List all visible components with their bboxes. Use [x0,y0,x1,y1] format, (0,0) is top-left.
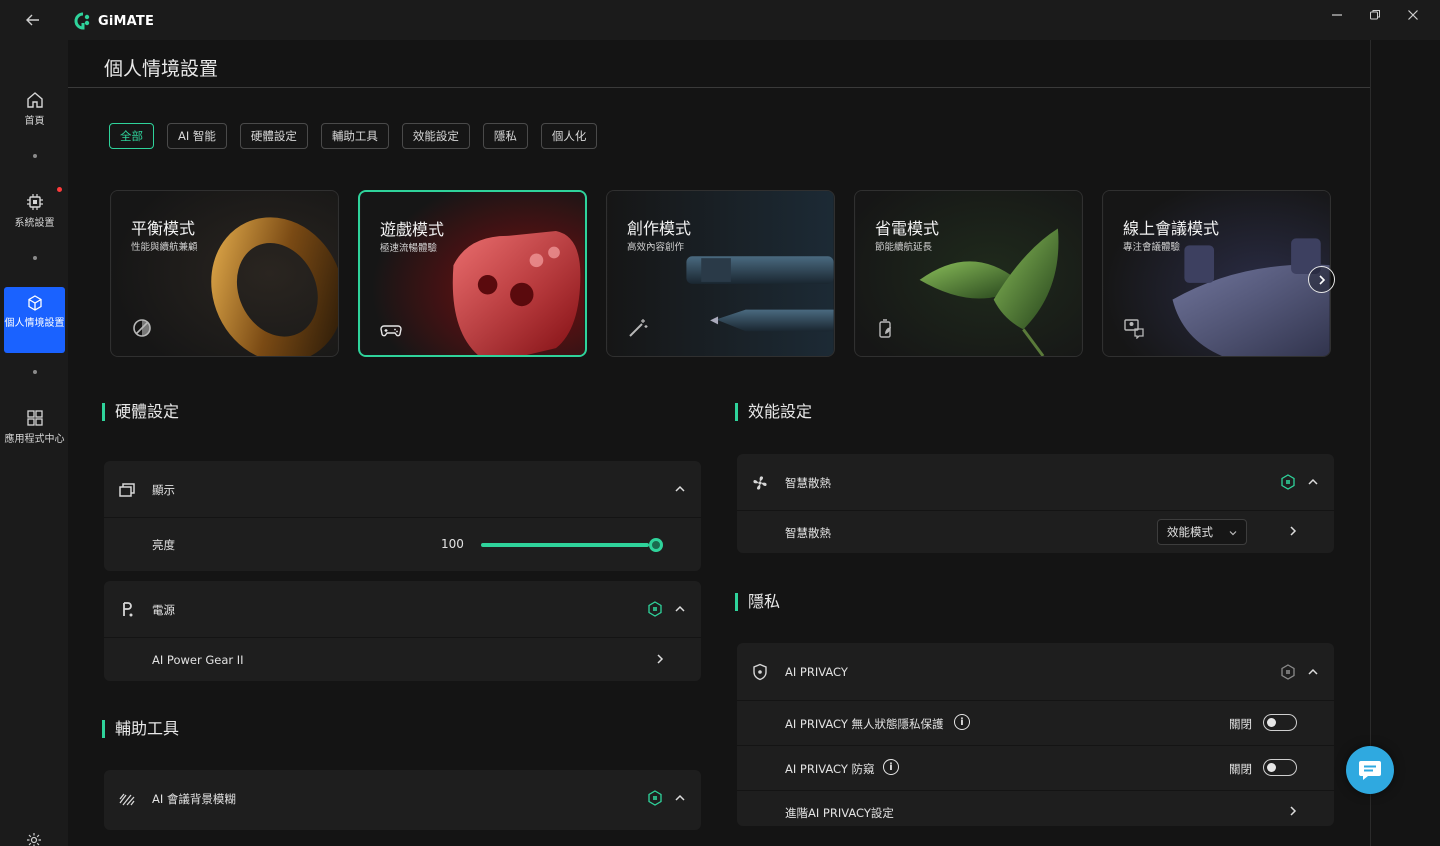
tab-all[interactable]: 全部 [109,123,154,149]
sidebar-item-system-settings[interactable]: 系統設置 [4,182,65,230]
advanced-privacy-settings-row[interactable]: 進階AI PRIVACY設定 [737,791,1334,826]
restore-button[interactable] [1356,4,1394,26]
nav-separator-dot [33,256,37,260]
shield-icon [752,663,768,684]
privacy-presence-row: AI PRIVACY 無人狀態隱私保護 i 關閉 [737,701,1334,745]
card-online-meeting-mode[interactable]: 線上會議模式 專注會議體驗 [1102,190,1331,357]
ai-shield-badge-icon [1281,664,1295,680]
ai-privacy-panel: AI PRIVACY AI PRIVACY 無人狀態隱私保護 i 關閉 AI P… [737,643,1334,826]
notification-dot [57,187,62,192]
close-button[interactable] [1394,4,1432,26]
chevron-up-icon[interactable] [674,792,686,807]
info-icon[interactable]: i [954,714,970,730]
app-name: GiMATE [98,13,155,29]
chip-icon [26,194,43,210]
privacy-anti-peek-toggle[interactable] [1263,759,1297,776]
section-title-assist-tools: 輔助工具 [102,720,179,738]
carousel-next-button[interactable] [1308,266,1335,293]
section-title-hardware: 硬體設定 [102,403,179,421]
minimize-button[interactable] [1318,4,1356,26]
power-plug-icon [120,601,136,622]
meeting-icon [1123,317,1145,340]
display-icon [118,481,136,502]
power-header[interactable]: 電源 [104,581,701,637]
chevron-up-icon[interactable] [674,603,686,618]
smart-cooling-header[interactable]: 智慧散熱 [737,454,1334,510]
info-icon[interactable]: i [883,759,899,775]
main-panel: 個人情境設置 全部 AI 智能 硬體設定 輔助工具 效能設定 隱私 個人化 平衡… [68,40,1370,846]
blur-pattern-icon [118,791,136,810]
gimate-logo-icon [74,12,90,30]
filter-tabs: 全部 AI 智能 硬體設定 輔助工具 效能設定 隱私 個人化 [109,123,598,149]
ai-shield-badge-icon [648,601,662,617]
scenario-cards: 平衡模式 性能與續航兼顧 遊戲模式 極速流暢體驗 創作模式 高效內容創作 省電模… [110,190,1332,357]
tab-personalize[interactable]: 個人化 [540,123,598,149]
card-creation-mode[interactable]: 創作模式 高效內容創作 [606,190,835,357]
grid-icon [26,410,43,426]
chevron-right-icon[interactable] [1287,805,1299,820]
settings-gear-icon[interactable] [26,832,42,846]
chevron-up-icon[interactable] [1307,476,1319,491]
right-margin [1370,40,1440,846]
cube-icon [27,295,42,311]
display-panel: 顯示 亮度 100 [104,461,701,571]
meeting-blur-panel: AI 會議背景模糊 [104,770,701,830]
meeting-blur-header[interactable]: AI 會議背景模糊 [104,770,701,826]
power-panel: 電源 AI Power Gear II [104,581,701,681]
smart-cooling-panel: 智慧散熱 智慧散熱 效能模式 [737,454,1334,553]
card-gaming-mode[interactable]: 遊戲模式 極速流暢體驗 [358,190,587,357]
balance-icon [131,317,153,339]
tab-assist-tools[interactable]: 輔助工具 [320,123,389,149]
ai-power-gear-row[interactable]: AI Power Gear II [104,638,701,681]
sidebar-item-personal-scenario[interactable]: 個人情境設置 [4,287,65,353]
brightness-value: 100 [441,537,464,551]
tab-ai[interactable]: AI 智能 [167,123,227,149]
brightness-slider-track[interactable] [481,543,649,547]
back-arrow-icon[interactable] [22,10,44,30]
tab-performance[interactable]: 效能設定 [401,123,470,149]
magic-wand-icon [627,317,649,339]
sidebar-item-app-center[interactable]: 應用程式中心 [4,398,65,446]
nav-separator-dot [33,370,37,374]
gamepad-icon [380,318,402,340]
page-title: 個人情境設置 [104,58,219,80]
privacy-presence-toggle[interactable] [1263,714,1297,731]
sidebar: 首頁 系統設置 個人情境設置 應用程式中心 [0,40,68,846]
section-title-performance: 效能設定 [735,403,812,421]
chevron-right-icon[interactable] [1287,525,1299,540]
battery-leaf-icon [875,317,897,339]
chevron-up-icon[interactable] [674,483,686,498]
chat-bubble-icon [1359,761,1381,780]
app-logo: GiMATE [74,12,154,30]
chevron-right-icon[interactable] [654,653,666,668]
chat-button[interactable] [1346,746,1394,794]
title-divider [68,87,1370,88]
title-bar: GiMATE [0,0,1440,40]
card-balance-mode[interactable]: 平衡模式 性能與續航兼顧 [110,190,339,357]
chevron-right-icon [1318,274,1325,285]
home-icon [26,92,43,108]
ai-privacy-header[interactable]: AI PRIVACY [737,643,1334,700]
chevron-up-icon[interactable] [1307,666,1319,681]
ai-shield-badge-icon [648,790,662,806]
sidebar-item-home[interactable]: 首頁 [4,80,65,128]
display-header[interactable]: 顯示 [104,461,701,517]
tab-privacy[interactable]: 隱私 [482,123,528,149]
ai-shield-badge-icon [1281,474,1295,490]
card-power-saving-mode[interactable]: 省電模式 節能續航延長 [854,190,1083,357]
fan-icon [751,474,769,495]
privacy-anti-peek-row: AI PRIVACY 防窺 i 關閉 [737,746,1334,790]
cooling-mode-select[interactable]: 效能模式 [1157,519,1247,545]
brightness-slider-handle[interactable] [649,538,663,552]
smart-cooling-row: 智慧散熱 效能模式 [737,511,1334,553]
tab-hardware[interactable]: 硬體設定 [239,123,308,149]
nav-separator-dot [33,154,37,158]
chevron-down-icon [1228,527,1238,541]
brightness-row: 亮度 100 [104,518,701,571]
section-title-privacy: 隱私 [735,593,780,611]
